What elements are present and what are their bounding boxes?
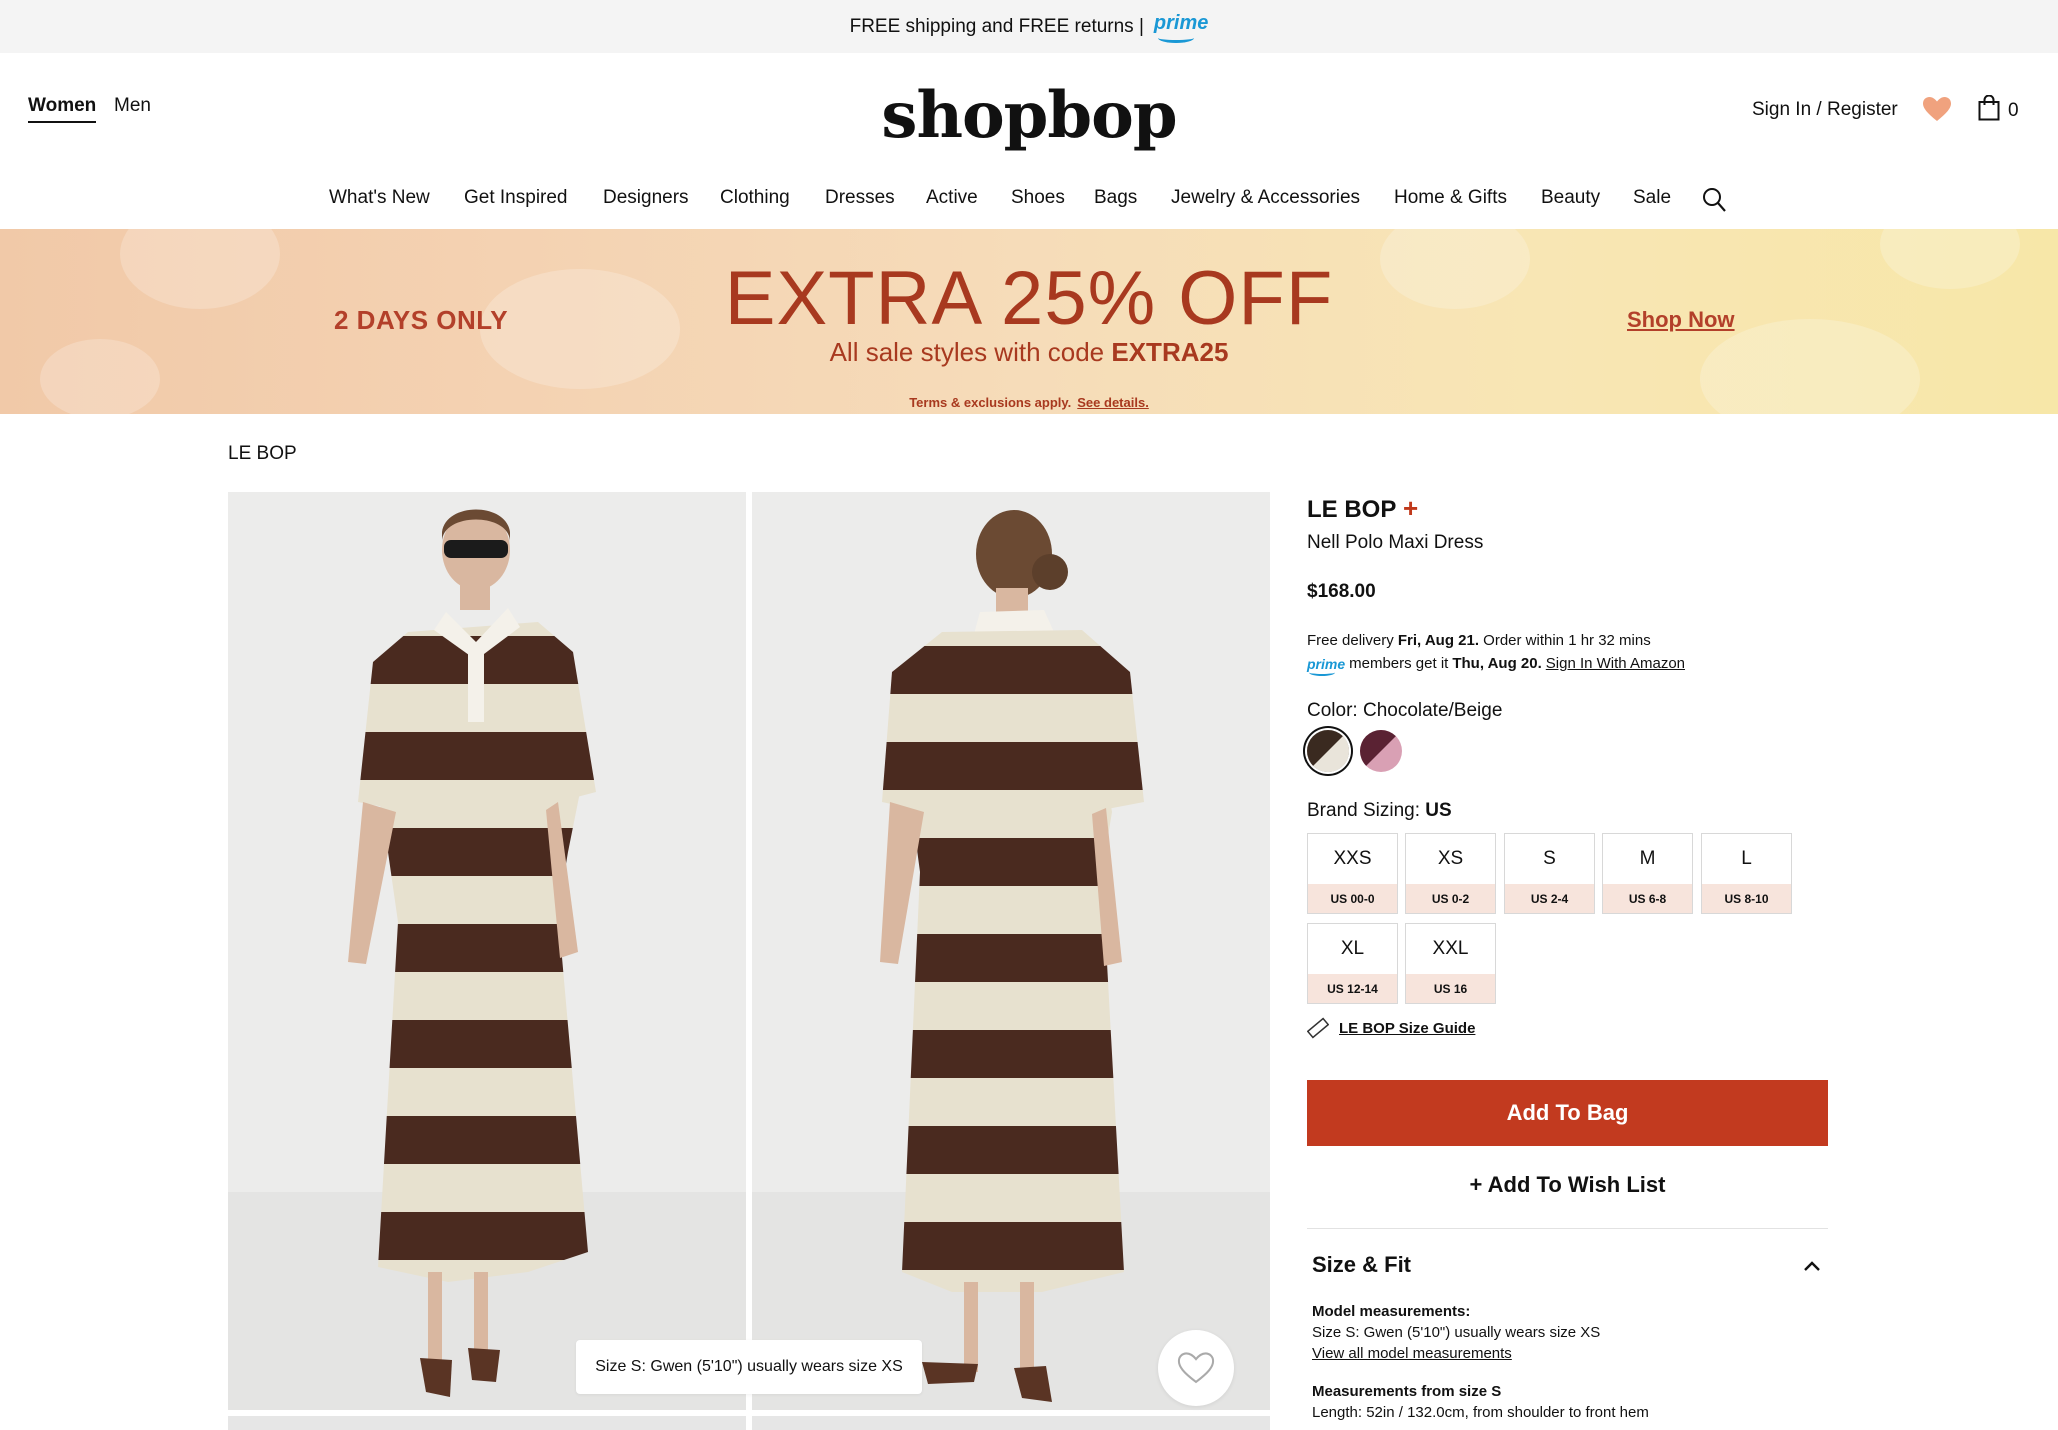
model-measurements-heading: Model measurements: bbox=[1312, 1303, 1471, 1320]
product-image-front[interactable] bbox=[228, 492, 746, 1410]
measurements-heading: Measurements from size S bbox=[1312, 1383, 1502, 1400]
nav-sale[interactable]: Sale bbox=[1633, 187, 1671, 209]
prime-delivery-info: prime members get it Thu, Aug 20. Sign I… bbox=[1307, 655, 1686, 676]
size-option-xs[interactable]: XS US 0-2 bbox=[1405, 833, 1496, 914]
signin-register-link[interactable]: Sign In / Register bbox=[1752, 99, 1898, 121]
breadcrumb[interactable]: LE BOP bbox=[228, 443, 297, 465]
prime-small-logo: prime bbox=[1307, 655, 1346, 676]
favorites-heart-icon[interactable] bbox=[1922, 96, 1952, 122]
view-all-measurements-link[interactable]: View all model measurements bbox=[1312, 1345, 1512, 1362]
nav-whats-new[interactable]: What's New bbox=[329, 187, 430, 209]
main-nav: What's New Get Inspired Designers Clothi… bbox=[0, 185, 2058, 215]
nav-dresses[interactable]: Dresses bbox=[825, 187, 895, 209]
nav-bags[interactable]: Bags bbox=[1094, 187, 1137, 209]
product-price: $168.00 bbox=[1307, 581, 1376, 602]
promo-see-details-link[interactable]: See details. bbox=[1077, 395, 1149, 410]
size-option-xxs[interactable]: XXS US 00-0 bbox=[1307, 833, 1398, 914]
product-image-4[interactable] bbox=[752, 1416, 1270, 1430]
size-fit-heading[interactable]: Size & Fit bbox=[1312, 1252, 1411, 1278]
promo-headline: EXTRA 25% OFF bbox=[724, 256, 1334, 341]
product-image-3[interactable] bbox=[228, 1416, 746, 1430]
section-divider bbox=[1307, 1228, 1828, 1229]
size-option-s[interactable]: S US 2-4 bbox=[1504, 833, 1595, 914]
add-to-bag-button[interactable]: Add To Bag bbox=[1307, 1080, 1828, 1146]
product-name: Nell Polo Maxi Dress bbox=[1307, 532, 1484, 553]
promo-banner[interactable]: 2 DAYS ONLY EXTRA 25% OFF All sale style… bbox=[0, 229, 2058, 414]
search-icon[interactable] bbox=[1702, 187, 1726, 213]
nav-active[interactable]: Active bbox=[926, 187, 978, 209]
size-option-xxl[interactable]: XXL US 16 bbox=[1405, 923, 1496, 1004]
promo-subline: All sale styles with code EXTRA25 bbox=[829, 337, 1229, 367]
shopping-bag-icon[interactable] bbox=[1978, 95, 2000, 121]
promo-terms: Terms & exclusions apply. See details. bbox=[909, 395, 1149, 410]
size-option-l[interactable]: L US 8-10 bbox=[1701, 833, 1792, 914]
size-option-xl[interactable]: XL US 12-14 bbox=[1307, 923, 1398, 1004]
nav-home-gifts[interactable]: Home & Gifts bbox=[1394, 187, 1507, 209]
sign-in-with-amazon-link[interactable]: Sign In With Amazon bbox=[1546, 655, 1685, 672]
measurements-length-text: Length: 52in / 132.0cm, from shoulder to… bbox=[1312, 1404, 1649, 1421]
swatch-chocolate-beige[interactable] bbox=[1307, 730, 1349, 772]
shopbop-logo[interactable]: shopbop bbox=[0, 78, 2058, 153]
nav-jewelry-accessories[interactable]: Jewelry & Accessories bbox=[1171, 187, 1360, 209]
model-measurements-text: Size S: Gwen (5'10") usually wears size … bbox=[1312, 1324, 1601, 1341]
brand-sizing-label: Brand Sizing: US bbox=[1307, 800, 1452, 821]
chevron-up-icon[interactable] bbox=[1802, 1258, 1822, 1274]
product-brand[interactable]: LE BOP bbox=[1307, 496, 1396, 524]
nav-shoes[interactable]: Shoes bbox=[1011, 187, 1065, 209]
delivery-info: Free delivery Fri, Aug 21. Order within … bbox=[1307, 632, 1651, 649]
shipping-text: FREE shipping and FREE returns | bbox=[849, 15, 1144, 37]
shipping-bar: FREE shipping and FREE returns | prime bbox=[0, 0, 2058, 53]
nav-beauty[interactable]: Beauty bbox=[1541, 187, 1600, 209]
heart-outline-icon bbox=[1177, 1352, 1215, 1384]
size-guide-link[interactable]: LE BOP Size Guide bbox=[1307, 1017, 1475, 1039]
swatch-plum-pink[interactable] bbox=[1360, 730, 1402, 772]
bag-count: 0 bbox=[2008, 100, 2019, 121]
ruler-icon bbox=[1307, 1017, 1329, 1039]
image-wishlist-button[interactable] bbox=[1158, 1330, 1234, 1406]
model-size-tooltip: Size S: Gwen (5'10") usually wears size … bbox=[576, 1340, 922, 1394]
add-to-wishlist-button[interactable]: + Add To Wish List bbox=[1307, 1172, 1828, 1198]
nav-clothing[interactable]: Clothing bbox=[720, 187, 790, 209]
promo-shop-now-link[interactable]: Shop Now bbox=[1627, 307, 1735, 333]
nav-designers[interactable]: Designers bbox=[603, 187, 689, 209]
nav-get-inspired[interactable]: Get Inspired bbox=[464, 187, 568, 209]
product-image-back[interactable] bbox=[752, 492, 1270, 1410]
size-option-m[interactable]: M US 6-8 bbox=[1602, 833, 1693, 914]
prime-logo: prime bbox=[1154, 12, 1208, 43]
color-label: Color: Chocolate/Beige bbox=[1307, 700, 1503, 721]
follow-brand-plus-icon[interactable]: + bbox=[1403, 493, 1418, 524]
